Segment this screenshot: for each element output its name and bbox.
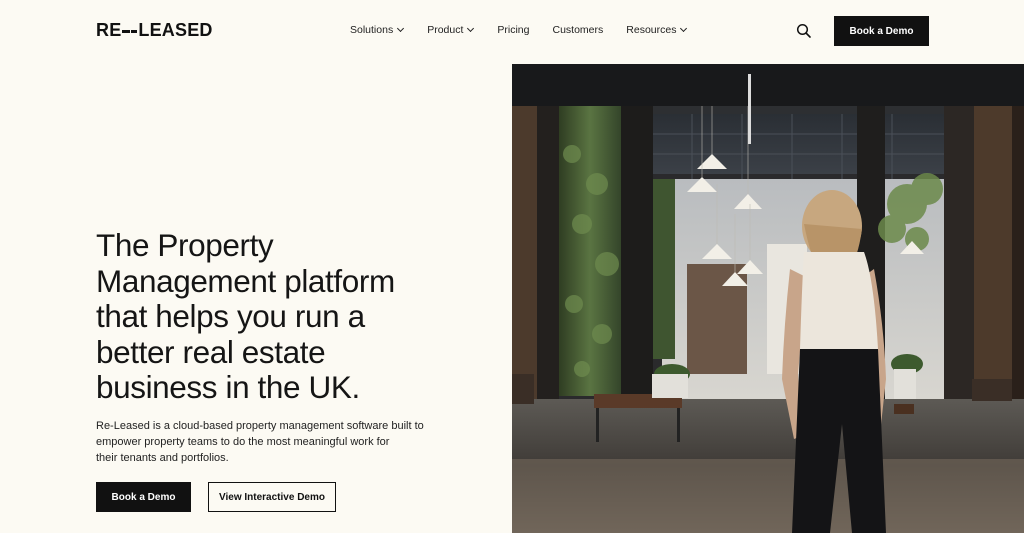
hero-subtitle-line: Re-Leased is a cloud-based property mana… <box>96 420 424 432</box>
main-nav: Solutions Product Pricing Customers Reso… <box>350 24 688 36</box>
nav-item-customers[interactable]: Customers <box>553 24 604 36</box>
hero-title-line: that helps you run a <box>96 298 365 334</box>
hero-title-line: business in the UK. <box>96 369 360 405</box>
book-demo-button[interactable]: Book a Demo <box>96 482 191 512</box>
re-leased-logo[interactable]: RE LEASED <box>96 20 213 41</box>
hero-subtitle-line: empower property teams to do the most me… <box>96 436 390 448</box>
nav-label: Product <box>427 24 464 36</box>
chevron-down-icon <box>397 24 405 32</box>
atrium-photo <box>512 64 1024 533</box>
nav-label: Solutions <box>350 24 394 36</box>
search-button[interactable] <box>796 23 812 39</box>
search-icon <box>796 23 811 38</box>
chevron-down-icon <box>680 24 688 32</box>
logo-text-right: LEASED <box>138 20 213 40</box>
nav-item-resources[interactable]: Resources <box>626 24 688 36</box>
hero-image <box>512 64 1024 533</box>
site-header: RE LEASED Solutions Product Pricing Cust… <box>0 0 1024 62</box>
chevron-down-icon <box>467 24 475 32</box>
nav-label: Customers <box>552 24 604 36</box>
logo-text-left: RE <box>96 20 122 40</box>
nav-label: Resources <box>626 24 677 36</box>
hero-title: The Property Management platform that he… <box>96 227 476 406</box>
hero-subtitle: Re-Leased is a cloud-based property mana… <box>96 418 436 466</box>
view-interactive-demo-button[interactable]: View Interactive Demo <box>208 482 336 512</box>
hero-title-line: Management platform <box>96 262 395 299</box>
nav-item-product[interactable]: Product <box>427 24 475 36</box>
nav-item-solutions[interactable]: Solutions <box>350 24 405 36</box>
book-demo-header-button[interactable]: Book a Demo <box>834 16 929 46</box>
hero-title-line: The Property <box>96 227 274 263</box>
logo-dash <box>131 30 138 33</box>
nav-label: Pricing <box>497 24 530 36</box>
hero-subtitle-line: their tenants and portfolios. <box>96 452 229 464</box>
nav-item-pricing[interactable]: Pricing <box>497 24 529 36</box>
logo-dash <box>122 30 131 33</box>
hero-title-line: better real estate <box>96 333 326 370</box>
